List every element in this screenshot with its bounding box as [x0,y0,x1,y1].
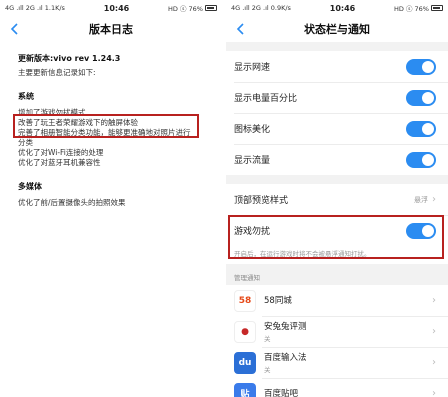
app-name: 百度贴吧 [264,389,299,397]
status-bar: 4G .ıll 2G .ıl 0.9K/s 10:46 HD ⓢ 76% [226,0,448,16]
chevron-right-icon: › [432,388,436,397]
setting-show-data-usage: 显示流量 [226,144,448,175]
app-item[interactable]: ● 安兔兔评测 关 › [226,316,448,347]
setting-value: 悬浮 › [414,194,436,205]
title-bar: 版本日志 [0,16,222,42]
app-item[interactable]: 58 58同城 › [226,285,448,316]
app-status: 关 [264,335,271,343]
changelog-line: 优化了对蓝牙耳机兼容性 [18,158,101,167]
app-text: 百度贴吧 [264,387,432,397]
battery-text: HD ⓢ 76% [168,5,203,13]
setting-label: 图标美化 [234,125,271,135]
toggle-switch[interactable] [406,58,436,75]
app-antutu-icon: ● [234,320,256,343]
app-item[interactable]: 贴 百度贴吧 › [226,378,448,397]
section-heading: 系统 [18,92,34,101]
intro-text: 主要更新信息记录如下: [18,68,96,77]
section-heading: 多媒体 [18,182,42,191]
battery-icon [431,5,443,11]
signal-indicator: 4G .ıll 2G .ıl 1.1K/s [5,4,65,12]
toggle-switch[interactable] [406,120,436,137]
chevron-right-icon: › [432,357,436,368]
setting-show-network-speed: 显示网速 [226,51,448,82]
setting-top-preview-style[interactable]: 顶部预览样式 悬浮 › [226,184,448,215]
clock: 10:46 [329,3,356,13]
setting-label: 顶部预览样式 [234,196,289,206]
app-name: 百度输入法 [264,353,307,363]
chevron-right-icon: › [432,295,436,306]
page-title: 版本日志 [89,23,133,36]
changelog-line: 优化了对Wi-Fi连接的处理 [18,148,104,157]
battery-icon [205,5,217,11]
app-name: 安兔兔评测 [264,322,307,332]
app-text: 安兔兔评测 关 [264,320,432,343]
signal-indicator: 4G .ıll 2G .ıl 0.9K/s [231,4,291,12]
title-bar: 状态栏与通知 [226,16,448,42]
app-baidu-input-icon: du [234,351,256,374]
app-tieba-icon: 贴 [234,382,256,397]
status-right: HD ⓢ 76% [168,3,217,13]
clock: 10:46 [103,3,130,13]
app-text: 百度输入法 关 [264,351,432,374]
app-name: 58同城 [264,296,292,306]
app-text: 58同城 [264,294,432,307]
section-body: 优化了前/后置摄像头的拍照效果 [18,198,204,208]
chevron-left-icon [10,23,18,35]
changelog-line: 分类 [18,138,33,147]
toggle-switch[interactable] [406,89,436,106]
page-title: 状态栏与通知 [304,23,370,36]
highlight-box [13,114,199,138]
battery-text: HD ⓢ 76% [394,5,429,13]
version-log-screen: 4G .ıll 2G .ıl 1.1K/s 10:46 HD ⓢ 76% 版本日… [0,0,222,397]
setting-battery-percent: 显示电量百分比 [226,82,448,113]
back-button[interactable] [236,16,250,42]
chevron-left-icon [236,23,244,35]
status-bar: 4G .ıll 2G .ıl 1.1K/s 10:46 HD ⓢ 76% [0,0,222,16]
section-subheading: 管理通知 [234,274,260,282]
app-status: 关 [264,366,271,374]
status-bar-settings-screen: 4G .ıll 2G .ıl 0.9K/s 10:46 HD ⓢ 76% 状态栏… [226,0,448,397]
highlight-box [228,215,444,259]
setting-icon-beautify: 图标美化 [226,113,448,144]
toggle-switch[interactable] [406,151,436,168]
changelog-line: 优化了前/后置摄像头的拍照效果 [18,198,126,207]
chevron-right-icon: › [432,194,436,205]
toggle-group: 显示网速 显示电量百分比 图标美化 显示流量 [226,51,448,175]
setting-label: 显示流量 [234,156,271,166]
status-right: HD ⓢ 76% [394,3,443,13]
preview-value-text: 悬浮 [414,195,428,204]
back-button[interactable] [10,16,24,42]
chevron-right-icon: › [432,326,436,337]
app-item[interactable]: du 百度输入法 关 › [226,347,448,378]
setting-label: 显示网速 [234,63,271,73]
version-heading: 更新版本:vivo rev 1.24.3 [18,54,121,63]
setting-label: 显示电量百分比 [234,94,298,104]
app-58-icon: 58 [234,289,256,312]
